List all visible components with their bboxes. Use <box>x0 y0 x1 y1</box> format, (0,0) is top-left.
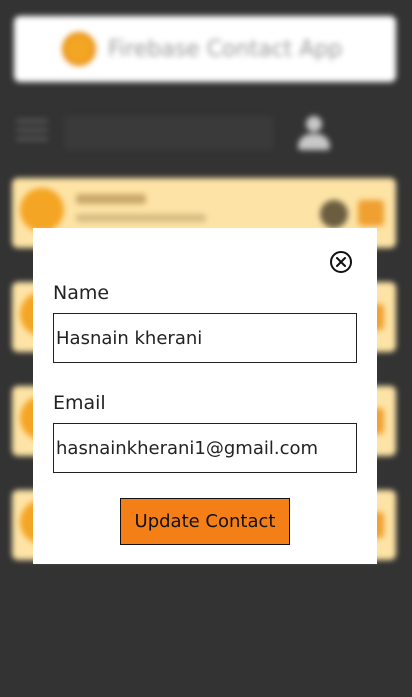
name-label: Name <box>53 282 110 304</box>
app-header: Firebase Contact App <box>14 16 396 82</box>
firebase-logo-icon <box>62 32 96 66</box>
toolbar <box>0 108 412 158</box>
name-input[interactable] <box>53 313 357 363</box>
email-label: Email <box>53 392 106 414</box>
edit-contact-modal: Name Email Update Contact <box>33 228 377 564</box>
search-input <box>64 116 274 150</box>
user-icon <box>294 114 334 154</box>
menu-icon <box>16 114 48 148</box>
close-icon[interactable] <box>330 251 352 273</box>
update-contact-button[interactable]: Update Contact <box>120 498 290 545</box>
email-input[interactable] <box>53 423 357 473</box>
app-title: Firebase Contact App <box>108 36 343 62</box>
